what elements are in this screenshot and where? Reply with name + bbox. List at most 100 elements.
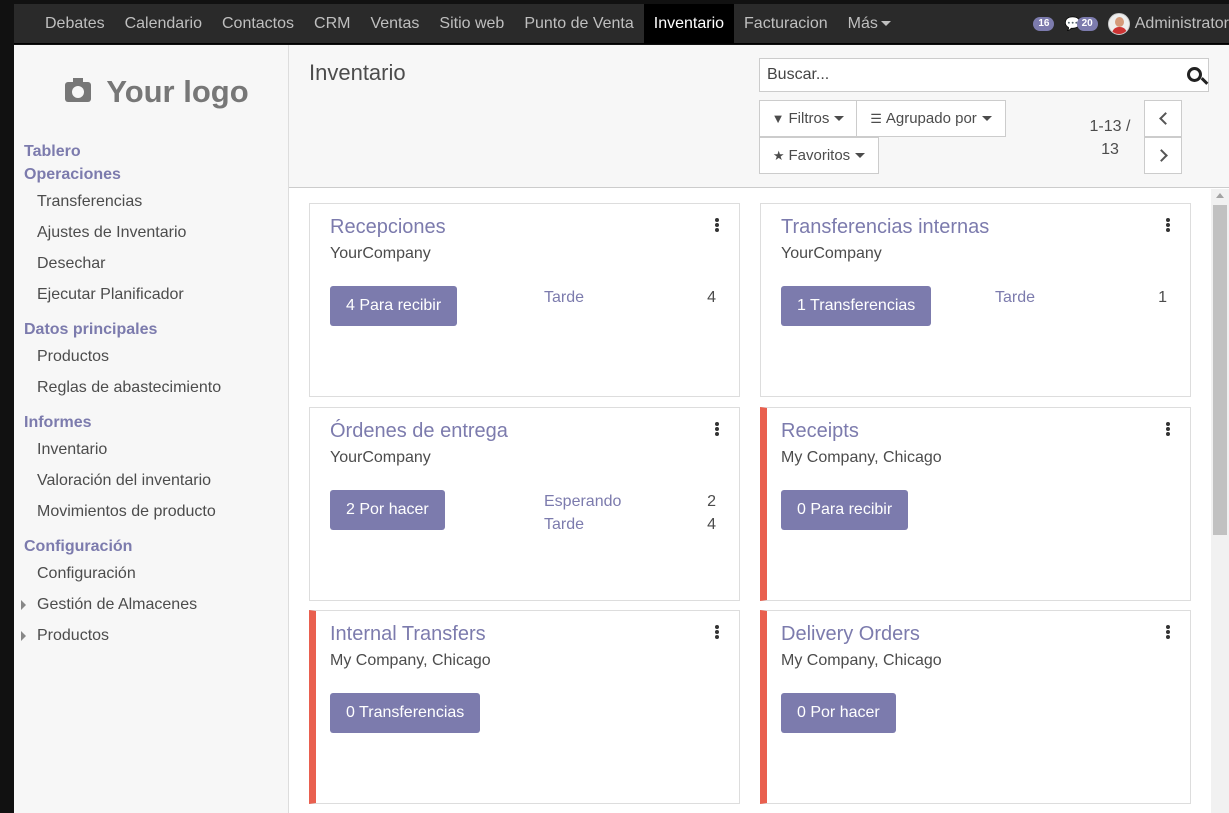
group-by-button[interactable]: ☰ Agrupado por xyxy=(856,100,1006,137)
sidebar-item-valoracion-inventario[interactable]: Valoración del inventario xyxy=(14,465,288,496)
menu-crm[interactable]: CRM xyxy=(304,4,360,43)
menu-punto-de-venta[interactable]: Punto de Venta xyxy=(514,4,643,43)
pager-next-button[interactable] xyxy=(1144,137,1182,174)
pager-previous-button[interactable] xyxy=(1144,100,1182,137)
kebab-menu-icon[interactable] xyxy=(713,625,721,641)
camera-icon xyxy=(65,78,92,102)
caret-down-icon xyxy=(880,21,891,26)
menu-mas[interactable]: Más xyxy=(838,4,901,43)
sidebar-item-label: Gestión de Almacenes xyxy=(37,596,198,613)
card-company: My Company, Chicago xyxy=(781,449,942,466)
menu-ventas[interactable]: Ventas xyxy=(360,4,429,43)
caret-down-icon xyxy=(855,153,866,158)
card-title[interactable]: Órdenes de entrega xyxy=(330,420,508,443)
card-stats: Esperando 2 Tarde 4 xyxy=(544,490,716,536)
messaging-menu[interactable]: 💬 20 xyxy=(1064,4,1098,43)
card-stats: Tarde 1 xyxy=(995,286,1167,309)
sidebar-item-productos-config[interactable]: Productos xyxy=(14,620,288,651)
stat-label: Esperando xyxy=(544,493,622,510)
page-title: Inventario xyxy=(309,60,406,85)
chevron-left-icon xyxy=(1158,112,1172,125)
card-title[interactable]: Receipts xyxy=(781,420,859,443)
control-panel: Inventario ▼ Filtros ☰ Agrupado por ★ Fa… xyxy=(289,45,1229,188)
systray: 16 💬 20 Administrator xyxy=(1033,4,1229,43)
kebab-menu-icon[interactable] xyxy=(1164,422,1172,438)
sidebar-item-configuracion[interactable]: Configuración xyxy=(14,558,288,589)
scroll-up-arrow-icon[interactable] xyxy=(1216,193,1224,198)
sidebar-item-ejecutar-planificador[interactable]: Ejecutar Planificador xyxy=(14,279,288,310)
menu-sitio-web[interactable]: Sitio web xyxy=(429,4,514,43)
expand-triangle-icon xyxy=(21,631,26,641)
card-action-button[interactable]: 0 Transferencias xyxy=(330,693,481,733)
sidebar-section-informes[interactable]: Informes xyxy=(14,411,288,434)
star-icon: ★ xyxy=(772,147,785,163)
card-action-button[interactable]: 2 Por hacer xyxy=(330,490,445,530)
kebab-menu-icon[interactable] xyxy=(713,218,721,234)
menu-inventario[interactable]: Inventario xyxy=(643,4,735,43)
group-by-label: Agrupado por xyxy=(885,110,977,127)
sidebar-item-reglas-abastecimiento[interactable]: Reglas de abastecimiento xyxy=(14,372,288,403)
card-action-button[interactable]: 1 Transferencias xyxy=(781,286,932,326)
kebab-menu-icon[interactable] xyxy=(1164,218,1172,234)
search-icon[interactable] xyxy=(1187,67,1202,82)
card-action-button[interactable]: 0 Por hacer xyxy=(781,693,896,733)
card-action-button[interactable]: 0 Para recibir xyxy=(781,490,909,530)
menu-contactos[interactable]: Contactos xyxy=(212,4,304,43)
card-title[interactable]: Internal Transfers xyxy=(330,623,486,646)
sidebar-section-operaciones[interactable]: Operaciones xyxy=(14,163,288,186)
sidebar-item-movimientos-producto[interactable]: Movimientos de producto xyxy=(14,496,288,527)
filters-button[interactable]: ▼ Filtros xyxy=(759,100,857,137)
menu-debates[interactable]: Debates xyxy=(35,4,115,43)
card-title[interactable]: Transferencias internas xyxy=(781,216,989,239)
card-title[interactable]: Delivery Orders xyxy=(781,623,920,646)
search-input[interactable] xyxy=(760,59,1208,91)
stat-row[interactable]: Tarde 1 xyxy=(995,286,1167,309)
kanban-card-recepciones: Recepciones YourCompany 4 Para recibir T… xyxy=(309,203,740,397)
sidebar-item-desechar[interactable]: Desechar xyxy=(14,248,288,279)
sidebar-item-inventario[interactable]: Inventario xyxy=(14,434,288,465)
sidebar-item-productos[interactable]: Productos xyxy=(14,341,288,372)
sidebar-section-datos-principales[interactable]: Datos principales xyxy=(14,318,288,341)
caret-down-icon xyxy=(981,116,992,121)
user-menu[interactable]: Administrator xyxy=(1107,12,1229,35)
card-company: YourCompany xyxy=(330,245,431,262)
app-menu: Debates Calendario Contactos CRM Ventas … xyxy=(35,4,901,43)
kebab-menu-icon[interactable] xyxy=(1164,625,1172,641)
stat-label: Tarde xyxy=(544,516,585,533)
kanban-view: Recepciones YourCompany 4 Para recibir T… xyxy=(289,189,1211,813)
main-content: Inventario ▼ Filtros ☰ Agrupado por ★ Fa… xyxy=(289,45,1229,813)
favorites-button[interactable]: ★ Favoritos xyxy=(759,137,879,174)
pager-value: 1-13 / 13 xyxy=(1079,115,1141,161)
filters-label: Filtros xyxy=(788,110,830,127)
kanban-card-transferencias-internas: Transferencias internas YourCompany 1 Tr… xyxy=(760,203,1191,397)
menu-calendario[interactable]: Calendario xyxy=(115,4,212,43)
menu-facturacion[interactable]: Facturacion xyxy=(734,4,838,43)
sidebar-item-transferencias[interactable]: Transferencias xyxy=(14,186,288,217)
stat-row[interactable]: Tarde 4 xyxy=(544,286,716,309)
sidebar-item-gestion-almacenes[interactable]: Gestión de Almacenes xyxy=(14,589,288,620)
sidebar-section-tablero[interactable]: Tablero xyxy=(14,140,288,163)
kebab-menu-icon[interactable] xyxy=(713,422,721,438)
card-title[interactable]: Recepciones xyxy=(330,216,446,239)
chevron-right-icon xyxy=(1154,149,1168,162)
activity-menu[interactable]: 16 xyxy=(1033,4,1055,43)
message-count-badge: 20 xyxy=(1076,16,1098,31)
kanban-card-delivery-orders: Delivery Orders My Company, Chicago 0 Po… xyxy=(760,610,1191,804)
kanban-scrollbar[interactable] xyxy=(1211,189,1229,813)
company-logo[interactable]: Your logo xyxy=(38,61,276,123)
left-edge-strip xyxy=(0,0,14,813)
card-stats: Tarde 4 xyxy=(544,286,716,309)
sidebar-section-configuracion[interactable]: Configuración xyxy=(14,535,288,558)
stat-row[interactable]: Tarde 4 xyxy=(544,513,716,536)
top-navbar: Debates Calendario Contactos CRM Ventas … xyxy=(14,4,1229,44)
scrollbar-thumb[interactable] xyxy=(1213,205,1227,535)
stat-row[interactable]: Esperando 2 xyxy=(544,490,716,513)
card-company: YourCompany xyxy=(330,449,431,466)
card-company: YourCompany xyxy=(781,245,882,262)
menu-mas-label: Más xyxy=(847,14,878,32)
sidebar-item-ajustes-inventario[interactable]: Ajustes de Inventario xyxy=(14,217,288,248)
card-company: My Company, Chicago xyxy=(330,652,491,669)
caret-down-icon xyxy=(834,116,845,121)
stat-value: 4 xyxy=(707,516,716,533)
card-action-button[interactable]: 4 Para recibir xyxy=(330,286,458,326)
